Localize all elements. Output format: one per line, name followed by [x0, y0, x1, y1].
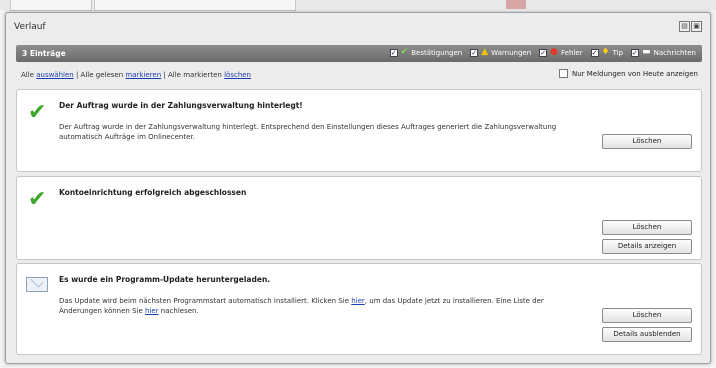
checkmark-icon: ✔ — [28, 100, 47, 125]
entry-body: Der Auftrag wurde in der Zahlungsverwalt… — [59, 123, 557, 141]
show-details-button[interactable]: Details anzeigen — [602, 239, 692, 254]
today-only-option[interactable]: Nur Meldungen von Heute anzeigen — [558, 69, 698, 78]
background-tab — [94, 0, 296, 11]
warning-icon: ▲ — [481, 47, 489, 57]
entry-body-text: nachlesen. — [158, 307, 199, 315]
background-app-strip — [0, 0, 716, 11]
delete-button[interactable]: Löschen — [602, 308, 692, 323]
entry-body: Das Update wird beim nächsten Programmst… — [59, 296, 579, 316]
checkmark-icon: ✔ — [28, 187, 47, 212]
lightbulb-icon: ♦ — [601, 47, 610, 57]
message-icon: ▬ — [642, 47, 651, 57]
today-only-label: Nur Meldungen von Heute anzeigen — [571, 69, 698, 78]
background-highlight — [506, 0, 526, 9]
actions-separator: | Alle markierten — [161, 71, 222, 79]
filter-tips-label: Tip — [612, 48, 624, 57]
today-only-checkbox[interactable] — [558, 69, 568, 78]
select-all-link[interactable]: auswählen — [36, 71, 74, 79]
actions-prefix: Alle — [21, 71, 34, 79]
error-icon: ● — [550, 47, 558, 57]
filter-group: ✓ ✔ Bestätigungen ✓ ▲ Warnungen ✓ ● Fehl… — [389, 47, 696, 57]
history-entry: ✔ Kontoeinrichtung erfolgreich abgeschlo… — [16, 176, 702, 260]
entry-title: Kontoeinrichtung erfolgreich abgeschloss… — [59, 188, 247, 197]
filter-tips-checkbox[interactable]: ✓ — [590, 48, 599, 57]
hide-details-button[interactable]: Details ausblenden — [602, 327, 692, 342]
history-window: Verlauf ▤ ▣ 3 Einträge ✓ ✔ Bestätigungen… — [5, 12, 711, 364]
install-now-link[interactable]: hier — [351, 297, 365, 305]
window-title: Verlauf — [14, 22, 46, 32]
changelog-link[interactable]: hier — [145, 307, 159, 315]
filter-errors-checkbox[interactable]: ✓ — [539, 48, 548, 57]
entry-title: Es wurde ein Programm-Update heruntergel… — [59, 275, 271, 284]
delete-button[interactable]: Löschen — [602, 134, 692, 149]
print-icon[interactable]: ▤ — [679, 21, 690, 32]
filter-warnings-checkbox[interactable]: ✓ — [470, 48, 479, 57]
entry-title: Der Auftrag wurde in der Zahlungsverwalt… — [59, 101, 303, 110]
history-entry: Es wurde ein Programm-Update heruntergel… — [16, 263, 702, 355]
checkmark-icon: ✔ — [400, 47, 409, 57]
entry-body-text: Das Update wird beim nächsten Programmst… — [59, 297, 352, 305]
actions-separator: | Alle gelesen — [73, 71, 124, 79]
filter-errors-label: Fehler — [561, 48, 583, 57]
expand-icon[interactable]: ▣ — [691, 21, 702, 32]
bulk-actions: Alle auswählen | Alle gelesen markieren … — [21, 71, 251, 79]
background-tab — [10, 0, 92, 11]
history-entry: ✔ Der Auftrag wurde in der Zahlungsverwa… — [16, 89, 702, 172]
entry-count: 3 Einträge — [22, 49, 66, 58]
filter-messages-checkbox[interactable]: ✓ — [631, 48, 640, 57]
filter-warnings-label: Warnungen — [491, 48, 532, 57]
mark-read-link[interactable]: markieren — [125, 71, 161, 79]
delete-marked-link[interactable]: löschen — [224, 71, 251, 79]
filter-messages-label: Nachrichten — [653, 48, 696, 57]
filter-bar: 3 Einträge ✓ ✔ Bestätigungen ✓ ▲ Warnung… — [16, 45, 702, 62]
delete-button[interactable]: Löschen — [602, 220, 692, 235]
envelope-icon — [26, 277, 48, 292]
filter-confirmations-label: Bestätigungen — [411, 48, 463, 57]
filter-confirmations-checkbox[interactable]: ✓ — [389, 48, 398, 57]
window-controls: ▤ ▣ — [679, 21, 702, 32]
